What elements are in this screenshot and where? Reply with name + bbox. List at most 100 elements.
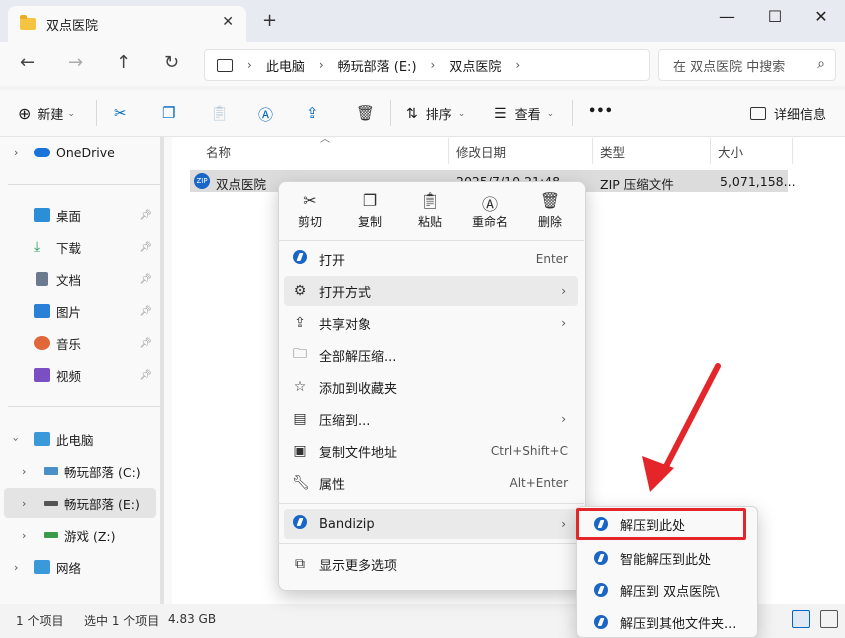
menu-item-copy-path[interactable]: ▣ 复制文件地址 Ctrl+Shift+C	[284, 436, 578, 466]
minimize-button[interactable]: —	[704, 4, 750, 30]
menu-item-open[interactable]: 打开 Enter	[284, 244, 578, 274]
chevron-right-icon: ›	[430, 58, 436, 72]
bandizip-icon	[594, 583, 608, 597]
view-icon: ☰	[494, 105, 507, 122]
chevron-right-icon: ›	[22, 496, 27, 510]
share-icon[interactable]: ⇪	[306, 104, 319, 122]
tiles-view-button[interactable]	[820, 610, 838, 628]
pin-icon: 📌︎	[139, 305, 152, 317]
close-tab-icon[interactable]: ✕	[222, 14, 234, 30]
sidebar-label: 畅玩部落 (C:)	[64, 464, 141, 480]
submenu-item-extract-to-folder[interactable]: 解压到 双点医院\	[584, 575, 750, 605]
submenu-label: 智能解压到此处	[620, 552, 712, 568]
column-header-size[interactable]: 大小	[718, 142, 743, 161]
sidebar-item-pictures[interactable]: 图片 📌︎	[0, 296, 160, 326]
new-label: 新建	[37, 108, 64, 123]
close-window-button[interactable]: ✕	[798, 4, 844, 30]
submenu-item-smart-extract[interactable]: 智能解压到此处	[584, 543, 750, 573]
menu-item-add-favorites[interactable]: ☆ 添加到收藏夹	[284, 372, 578, 402]
menu-item-extract-all[interactable]: 🗀 全部解压缩...	[284, 340, 578, 370]
menu-item-bandizip[interactable]: Bandizip ›	[284, 509, 578, 539]
menu-item-properties[interactable]: 🔧︎ 属性 Alt+Enter	[284, 468, 578, 498]
view-button[interactable]: ☰ 查看 ⌄	[494, 104, 554, 124]
divider	[278, 240, 584, 241]
sidebar-item-drive-c[interactable]: › 畅玩部落 (C:)	[0, 456, 160, 486]
sidebar-scrollbar[interactable]	[160, 137, 164, 604]
breadcrumb-drive-e[interactable]: 畅玩部落 (E:)	[338, 56, 417, 75]
delete-action[interactable]: 🗑︎ 删除	[524, 191, 576, 230]
search-box[interactable]: 在 双点医院 中搜索 ⌕	[658, 49, 836, 81]
rename-action[interactable]: Ⓐ 重命名	[464, 191, 516, 230]
chevron-right-icon: ›	[14, 145, 19, 159]
tab-current[interactable]: 双点医院 ✕	[8, 6, 246, 42]
sidebar-item-documents[interactable]: 文档 📌︎	[0, 264, 160, 294]
address-bar[interactable]: › 此电脑 › 畅玩部落 (E:) › 双点医院 ›	[204, 49, 650, 81]
details-button[interactable]: 详细信息	[750, 104, 826, 123]
cut-icon[interactable]: ✂	[114, 104, 127, 122]
drive-icon	[44, 467, 58, 475]
sidebar-label: OneDrive	[56, 144, 115, 160]
menu-item-share[interactable]: ⇪ 共享对象 ›	[284, 308, 578, 338]
menu-label: 打开方式	[319, 285, 372, 301]
details-pane-icon	[750, 107, 766, 120]
sidebar-item-drive-e[interactable]: › 畅玩部落 (E:)	[4, 488, 156, 518]
column-divider[interactable]	[592, 138, 593, 164]
maximize-button[interactable]: ☐	[752, 4, 798, 30]
chevron-down-icon: ⌄	[457, 108, 466, 119]
details-view-button[interactable]	[792, 610, 810, 628]
action-label: 复制	[357, 215, 382, 229]
submenu-item-extract-other[interactable]: 解压到其他文件夹...	[584, 607, 750, 637]
computer-icon	[217, 58, 233, 72]
annotation-arrow	[642, 363, 721, 492]
copy-icon: ❐	[362, 191, 378, 210]
file-name: 双点医院	[216, 177, 267, 192]
breadcrumb-folder[interactable]: 双点医院	[449, 56, 501, 75]
sidebar-item-network[interactable]: › 网络	[0, 552, 160, 582]
paste-action[interactable]: 📋︎ 粘贴	[404, 191, 456, 230]
divider	[96, 100, 97, 126]
view-label: 查看	[514, 108, 541, 123]
sidebar-item-downloads[interactable]: ⤓ 下载 📌︎	[0, 232, 160, 262]
sidebar-item-music[interactable]: 音乐 📌︎	[0, 328, 160, 358]
copy-icon[interactable]: ❐	[162, 104, 175, 122]
cut-action[interactable]: ✂ 剪切	[284, 191, 336, 230]
column-divider[interactable]	[448, 138, 449, 164]
new-button[interactable]: ⊕ 新建 ⌄	[18, 104, 75, 123]
paste-icon[interactable]: 📋︎	[210, 104, 229, 122]
document-icon	[36, 272, 48, 286]
sidebar-item-this-pc[interactable]: › 此电脑	[0, 424, 160, 454]
more-options-button[interactable]: •••	[588, 104, 613, 119]
new-tab-button[interactable]: +	[262, 10, 277, 31]
copy-action[interactable]: ❐ 复制	[344, 191, 396, 230]
column-divider[interactable]	[710, 138, 711, 164]
menu-item-show-more[interactable]: ⧉ 显示更多选项	[284, 549, 578, 579]
up-button[interactable]: ↑	[116, 52, 131, 73]
sort-ascending-icon: ︿	[320, 134, 330, 145]
menu-item-compress-to[interactable]: ▤ 压缩到... ›	[284, 404, 578, 434]
rename-icon[interactable]: Ⓐ	[258, 104, 273, 125]
column-header-type[interactable]: 类型	[600, 142, 625, 161]
sidebar-label: 网络	[56, 560, 82, 576]
column-divider[interactable]	[792, 138, 793, 164]
drive-icon	[44, 500, 58, 506]
download-icon: ⤓	[34, 239, 41, 255]
sidebar-item-onedrive[interactable]: › OneDrive	[0, 137, 160, 167]
menu-item-open-with[interactable]: ⚙ 打开方式 ›	[284, 276, 578, 306]
column-header-name[interactable]: 名称	[206, 142, 231, 161]
breadcrumb-this-pc[interactable]: 此电脑	[266, 56, 305, 75]
column-header-date[interactable]: 修改日期	[456, 142, 506, 161]
sidebar-item-desktop[interactable]: 桌面 📌︎	[0, 200, 160, 230]
delete-icon[interactable]: 🗑︎	[356, 104, 375, 122]
back-button[interactable]: ←	[20, 52, 35, 73]
forward-button[interactable]: →	[68, 52, 83, 73]
menu-label: 共享对象	[319, 317, 372, 333]
refresh-button[interactable]: ↻	[164, 52, 179, 73]
archive-icon: ▤	[293, 411, 307, 427]
sidebar-item-drive-z[interactable]: › 游戏 (Z:)	[0, 520, 160, 550]
chevron-right-icon: ›	[318, 58, 324, 72]
sort-button[interactable]: ⇅ 排序 ⌄	[406, 104, 466, 124]
paste-icon: 📋︎	[419, 191, 441, 210]
sidebar-item-videos[interactable]: 视频 📌︎	[0, 360, 160, 390]
cloud-icon	[34, 147, 50, 157]
search-input[interactable]: 在 双点医院 中搜索	[673, 56, 785, 75]
